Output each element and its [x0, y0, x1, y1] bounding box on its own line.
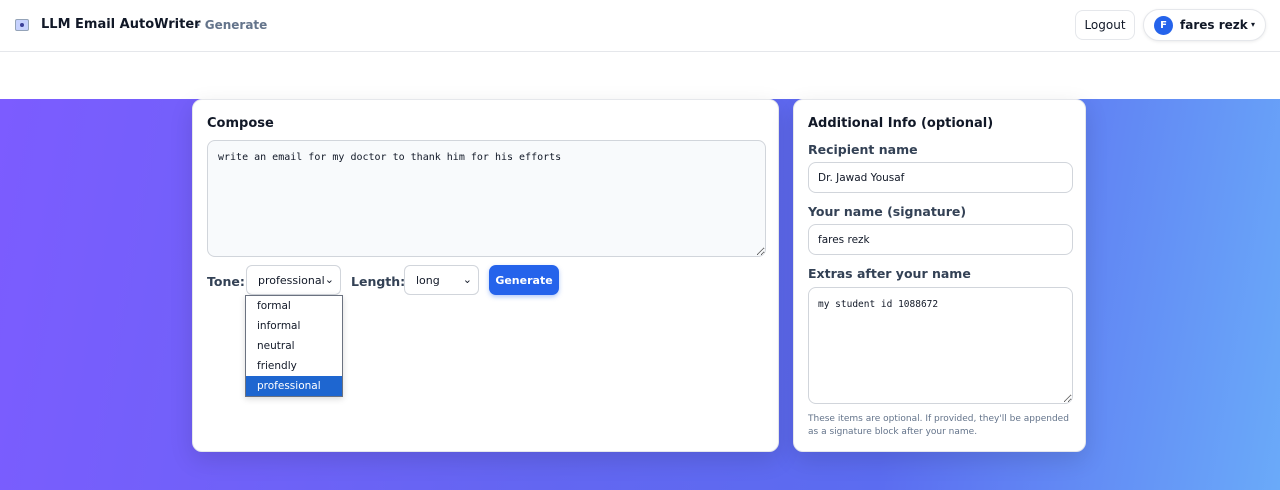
tone-option-professional[interactable]: professional: [246, 376, 342, 396]
tone-select[interactable]: professional ⌄: [246, 265, 341, 295]
tone-label: Tone:: [207, 274, 245, 289]
app-title: LLM Email AutoWriter: [41, 17, 201, 32]
tone-option-neutral[interactable]: neutral: [246, 336, 342, 356]
signature-input[interactable]: fares rezk: [808, 224, 1073, 255]
chevron-down-icon: ⌄: [462, 273, 472, 286]
additional-info-title: Additional Info (optional): [808, 116, 994, 131]
additional-info-card: Additional Info (optional) Recipient nam…: [793, 99, 1086, 452]
generate-button[interactable]: Generate: [489, 265, 559, 295]
breadcrumb[interactable]: · Generate: [196, 18, 267, 32]
length-select[interactable]: long ⌄: [404, 265, 479, 295]
compose-card: Compose write an email for my doctor to …: [192, 99, 779, 452]
tone-option-friendly[interactable]: friendly: [246, 356, 342, 376]
tone-dropdown-list: formal informal neutral friendly profess…: [245, 295, 343, 397]
extras-textarea[interactable]: my student id 1088672: [808, 287, 1073, 404]
length-label: Length:: [351, 274, 406, 289]
user-name: fares rezk: [1180, 18, 1248, 32]
top-header: LLM Email AutoWriter · Generate Logout F…: [0, 0, 1280, 52]
user-menu[interactable]: F fares rezk ▾: [1143, 9, 1266, 41]
compose-title: Compose: [207, 116, 274, 131]
app-logo-icon: [15, 19, 29, 31]
length-selected-value: long: [416, 273, 440, 287]
logout-button[interactable]: Logout: [1075, 10, 1135, 40]
tone-option-informal[interactable]: informal: [246, 316, 342, 336]
signature-value: fares rezk: [818, 233, 870, 246]
extras-label: Extras after your name: [808, 266, 971, 281]
optional-hint-text: These items are optional. If provided, t…: [808, 414, 1069, 437]
signature-label: Your name (signature): [808, 204, 967, 219]
prompt-textarea[interactable]: write an email for my doctor to thank hi…: [207, 140, 766, 257]
chevron-down-icon: ▾: [1251, 20, 1256, 29]
recipient-input[interactable]: Dr. Jawad Yousaf: [808, 162, 1073, 193]
recipient-value: Dr. Jawad Yousaf: [818, 171, 905, 184]
tone-option-formal[interactable]: formal: [246, 296, 342, 316]
tone-selected-value: professional: [258, 273, 325, 287]
chevron-down-icon: ⌄: [324, 273, 334, 286]
recipient-label: Recipient name: [808, 142, 918, 157]
avatar: F: [1154, 16, 1173, 35]
